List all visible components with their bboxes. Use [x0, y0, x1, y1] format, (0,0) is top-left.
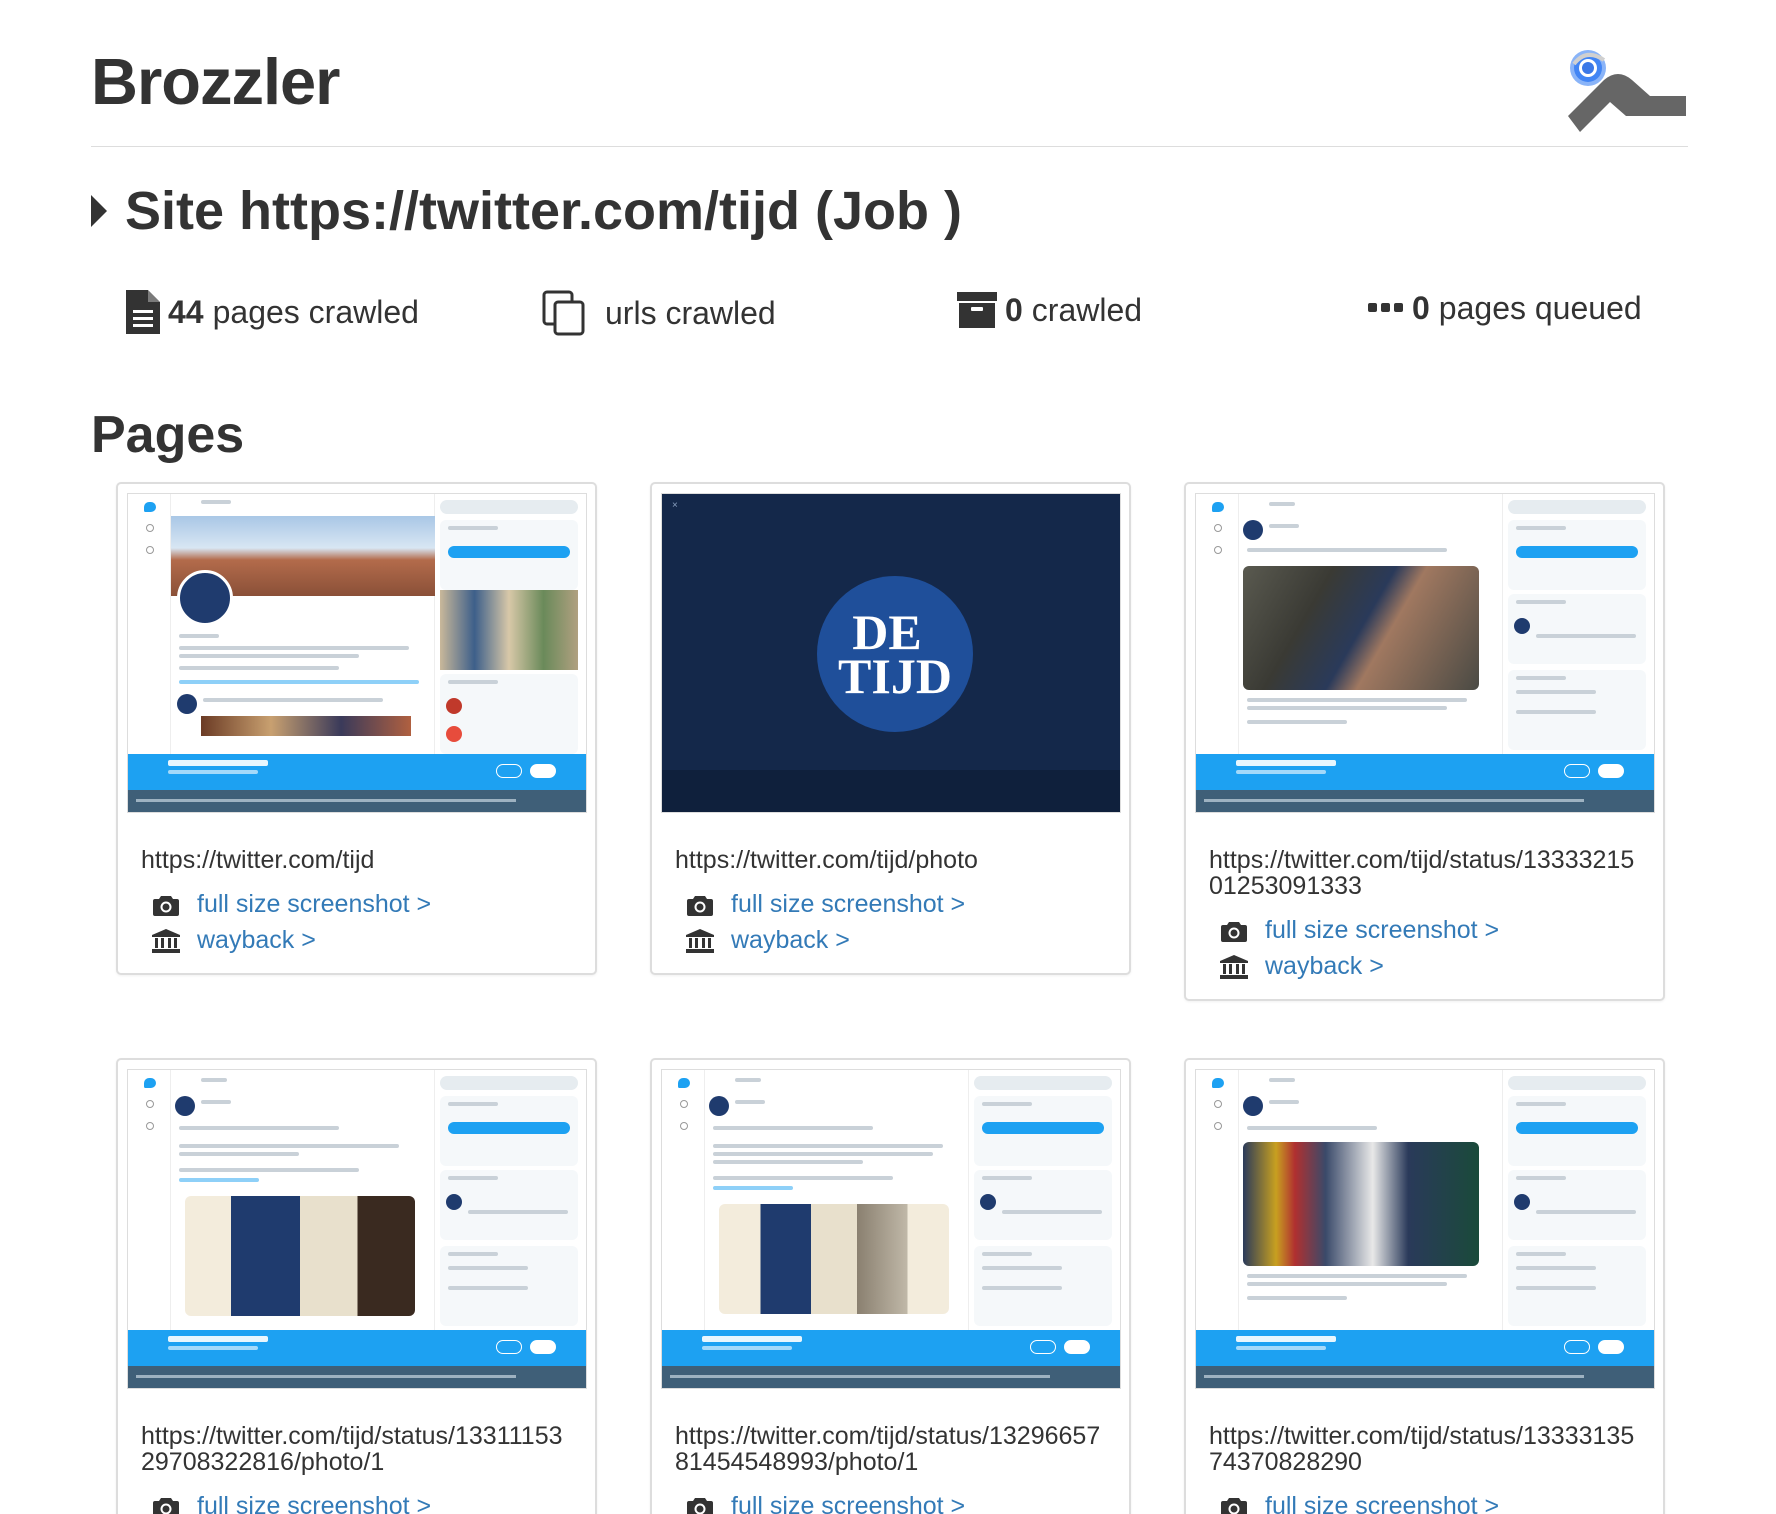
full-size-screenshot-link[interactable]: full size screenshot >	[685, 890, 1120, 919]
pages-crawled-count: 44	[168, 293, 204, 330]
page-thumbnail[interactable]	[661, 1069, 1121, 1389]
page-header: Brozzler	[91, 0, 1688, 147]
site-heading-text: Site https://twitter.com/tijd (Job )	[125, 181, 962, 241]
camera-icon	[685, 1494, 715, 1514]
camera-icon	[151, 892, 181, 918]
page-card: https://twitter.com/tijd/status/13311153…	[116, 1058, 597, 1514]
full-size-screenshot-label: full size screenshot >	[1265, 916, 1500, 944]
page-url: https://twitter.com/tijd/photo	[675, 846, 978, 874]
pages-queued-count: 0	[1412, 290, 1430, 326]
copy-icon	[542, 290, 585, 336]
page-card: https://twitter.com/tijd/status/13296657…	[650, 1058, 1131, 1514]
page-thumbnail[interactable]	[1195, 493, 1655, 813]
institution-icon	[1219, 954, 1249, 980]
full-size-screenshot-label: full size screenshot >	[197, 1492, 432, 1514]
stats-bar: 44 pages crawled urls crawled 0 crawled …	[0, 290, 1776, 346]
stat-pages-queued: 0 pages queued	[1368, 290, 1642, 327]
page-thumbnail[interactable]	[127, 1069, 587, 1389]
archive-icon	[957, 292, 997, 328]
camera-icon	[1219, 918, 1249, 944]
full-size-screenshot-link[interactable]: full size screenshot >	[151, 1492, 586, 1514]
full-size-screenshot-label: full size screenshot >	[731, 1492, 966, 1514]
page-url: https://twitter.com/tijd/status/13333135…	[1209, 1422, 1635, 1476]
page-thumbnail[interactable]	[1195, 1069, 1655, 1389]
page-url: https://twitter.com/tijd	[141, 846, 375, 874]
page-card: × DE TIJD https://twitter.com/tijd/photo…	[650, 482, 1131, 975]
caret-right-icon[interactable]	[91, 195, 107, 227]
page-card: https://twitter.com/tijd/status/13333215…	[1184, 482, 1665, 1001]
wayback-link[interactable]: wayback >	[1219, 952, 1654, 981]
stat-crawled: 0 crawled	[957, 290, 1142, 330]
page-thumbnail[interactable]: × DE TIJD	[661, 493, 1121, 813]
wayback-label: wayback >	[197, 926, 316, 954]
page-url: https://twitter.com/tijd/status/13311153…	[141, 1422, 563, 1476]
institution-icon	[685, 928, 715, 954]
pages-heading: Pages	[91, 406, 245, 464]
urls-crawled-label: urls crawled	[605, 294, 776, 331]
pages-queued-label: pages queued	[1438, 290, 1642, 326]
pages-grid: https://twitter.com/tijd full size scree…	[116, 482, 1666, 1514]
full-size-screenshot-label: full size screenshot >	[197, 890, 432, 918]
crawled-label: crawled	[1031, 291, 1143, 328]
camera-icon	[685, 892, 715, 918]
full-size-screenshot-label: full size screenshot >	[731, 890, 966, 918]
wayback-label: wayback >	[1265, 952, 1384, 980]
stat-pages-crawled: 44 pages crawled	[126, 290, 419, 334]
page-url: https://twitter.com/tijd/status/13333215…	[1209, 846, 1635, 900]
full-size-screenshot-link[interactable]: full size screenshot >	[151, 890, 586, 919]
de-tijd-logo-icon: DE TIJD	[817, 576, 973, 732]
camera-icon	[1219, 1494, 1249, 1514]
pages-crawled-label: pages crawled	[212, 293, 419, 330]
full-size-screenshot-label: full size screenshot >	[1265, 1492, 1500, 1514]
brozzler-logo-icon	[1566, 46, 1688, 136]
app-title: Brozzler	[91, 45, 340, 118]
page-url: https://twitter.com/tijd/status/13296657…	[675, 1422, 1101, 1476]
camera-icon	[151, 1494, 181, 1514]
full-size-screenshot-link[interactable]: full size screenshot >	[1219, 916, 1654, 945]
page-card: https://twitter.com/tijd/status/13333135…	[1184, 1058, 1665, 1514]
wayback-link[interactable]: wayback >	[151, 926, 586, 955]
document-icon	[126, 290, 160, 334]
stat-urls-crawled: urls crawled	[542, 290, 776, 336]
institution-icon	[151, 928, 181, 954]
crawled-count: 0	[1005, 291, 1023, 328]
wayback-label: wayback >	[731, 926, 850, 954]
ellipsis-icon	[1368, 302, 1403, 312]
full-size-screenshot-link[interactable]: full size screenshot >	[1219, 1492, 1654, 1514]
page-card: https://twitter.com/tijd full size scree…	[116, 482, 597, 975]
full-size-screenshot-link[interactable]: full size screenshot >	[685, 1492, 1120, 1514]
site-heading[interactable]: Site https://twitter.com/tijd (Job )	[91, 180, 962, 242]
wayback-link[interactable]: wayback >	[685, 926, 1120, 955]
page-thumbnail[interactable]	[127, 493, 587, 813]
